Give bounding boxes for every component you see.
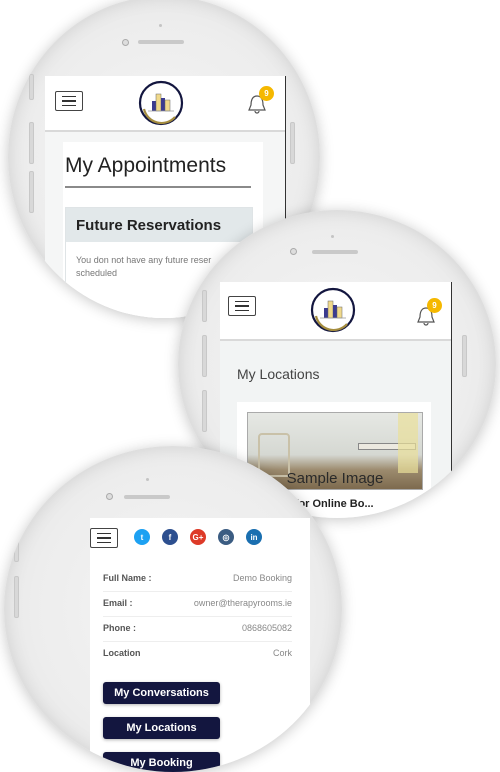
row-value: 0868605082 — [241, 623, 292, 633]
logo-icon — [138, 80, 184, 126]
instagram-icon[interactable]: ◎ — [218, 529, 234, 545]
row-value: Cork — [272, 648, 292, 658]
logo-icon — [310, 287, 356, 333]
profile-row-full-name: Full Name : Demo Booking — [103, 573, 292, 592]
phone-bubble-profile: t f G+ ◎ in Full Name : Demo Booking Ema… — [4, 446, 342, 772]
card-text-1: You don not have any future reser — [76, 255, 212, 265]
facebook-icon[interactable]: f — [162, 529, 178, 545]
row-value: owner@therapyrooms.ie — [193, 598, 292, 608]
card-title: Future Reservations — [66, 208, 252, 242]
row-label: Full Name : — [103, 573, 152, 583]
screen-profile: t f G+ ◎ in Full Name : Demo Booking Ema… — [90, 518, 310, 772]
phone-speaker — [124, 495, 170, 499]
notification-badge: 9 — [259, 86, 274, 101]
profile-row-email: Email : owner@therapyrooms.ie — [103, 598, 292, 617]
my-conversations-button[interactable]: My Conversations — [103, 682, 220, 704]
profile-row-location: Location Cork — [103, 648, 292, 666]
row-value: Demo Booking — [232, 573, 292, 583]
title-divider — [65, 186, 251, 188]
page-title: My Appointments — [65, 154, 227, 177]
twitter-icon[interactable]: t — [134, 529, 150, 545]
menu-button[interactable] — [228, 296, 256, 316]
linkedin-icon[interactable]: in — [246, 529, 262, 545]
my-locations-button[interactable]: My Locations — [103, 717, 220, 739]
card-text-2: scheduled — [76, 268, 118, 278]
row-label: Phone : — [103, 623, 136, 633]
row-label: Location — [103, 648, 141, 658]
my-booking-button[interactable]: My Booking — [103, 752, 220, 772]
phone-speaker — [312, 250, 358, 254]
phone-camera — [106, 493, 113, 500]
page-title: My Locations — [237, 366, 320, 382]
menu-button[interactable] — [55, 91, 83, 111]
notification-badge: 9 — [427, 298, 442, 313]
profile-row-phone: Phone : 0868605082 — [103, 623, 292, 642]
menu-button[interactable] — [90, 528, 118, 548]
row-label: Email : — [103, 598, 133, 608]
phone-speaker — [138, 40, 184, 44]
phone-camera — [290, 248, 297, 255]
phone-camera — [122, 39, 129, 46]
app-header: 9 — [220, 282, 451, 341]
app-header: 9 — [45, 76, 285, 132]
profile-details: Full Name : Demo Booking Email : owner@t… — [103, 573, 292, 693]
google-plus-icon[interactable]: G+ — [190, 529, 206, 545]
